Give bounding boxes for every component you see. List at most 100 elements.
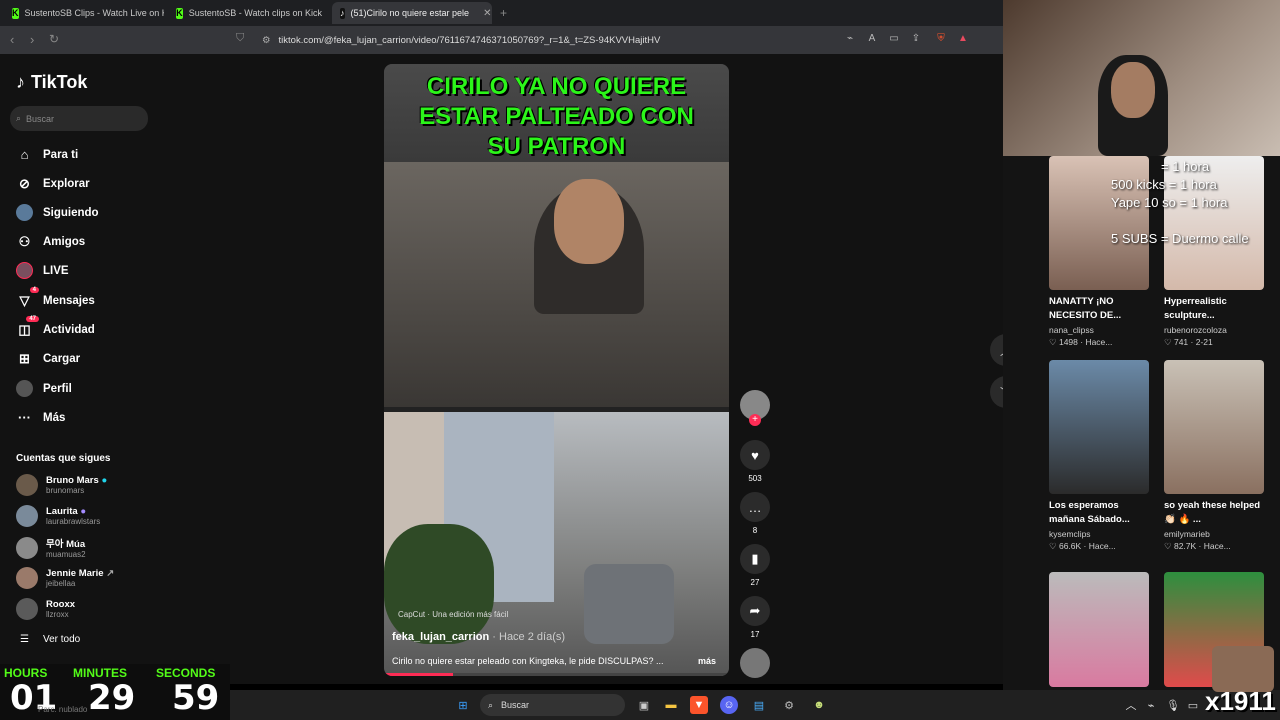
windows-start-icon[interactable]: ⊞: [454, 696, 472, 714]
tiktok-logo[interactable]: ♪ TikTok: [16, 72, 87, 93]
site-settings-icon[interactable]: ⚙: [262, 35, 271, 46]
video-author[interactable]: feka_lujan_carrion: [392, 631, 489, 643]
account-item[interactable]: 무아 Múa muamuas2: [16, 536, 86, 559]
clip-user: nana_clipss: [1049, 325, 1094, 335]
app-icon[interactable]: ⚙: [780, 696, 798, 714]
clip-thumbnail: [1049, 360, 1149, 494]
nav-cargar[interactable]: ⊞ Cargar: [16, 350, 80, 367]
upload-icon: ⊞: [19, 350, 30, 366]
account-item[interactable]: Jennie Marie ↗ jeibellaa: [16, 567, 114, 589]
like-button[interactable]: ♥ 503: [737, 440, 773, 483]
tray-chevron-icon[interactable]: ︿: [1122, 696, 1140, 714]
nav-label: Actividad: [43, 323, 95, 336]
tiktok-page: ♪ TikTok ⌕ Buscar ⌂ Para ti ⊘ Explorar Sig…: [0, 54, 1022, 684]
account-item[interactable]: Bruno Mars ● brunomars: [16, 474, 107, 496]
messages-icon: ▽ 4: [16, 287, 39, 309]
video-title-overlay: CIRILO YA NO QUIERE ESTAR PALTEADO CON S…: [384, 64, 729, 162]
video-progress-bar[interactable]: [384, 673, 729, 676]
nav-mas[interactable]: ··· Más: [16, 409, 65, 426]
profile-icon: [16, 380, 33, 397]
comment-button[interactable]: … 8: [737, 492, 773, 535]
tab-kick-watch[interactable]: K SustentoSB - Watch clips on Kick: [168, 2, 330, 24]
comment-icon: …: [740, 492, 770, 522]
author-avatar[interactable]: +: [737, 390, 773, 426]
nav-actividad[interactable]: ◫ 47 Actividad: [16, 316, 95, 338]
nav-explorar[interactable]: ⊘ Explorar: [16, 175, 90, 192]
clip-title: NANATTY ¡NO NECESITO DE...: [1049, 296, 1122, 321]
clip-stats: ♡ 82.7K · Hace...: [1164, 541, 1231, 551]
streamer-head: [1111, 62, 1155, 118]
url-text: tiktok.com/@feka_lujan_carrion/video/761…: [278, 34, 661, 46]
microphone-icon[interactable]: 🎙: [1164, 696, 1182, 714]
follow-plus-icon[interactable]: +: [749, 414, 761, 426]
goal-line: 5 SUBS = Duermo calle: [1111, 231, 1249, 246]
sound-avatar[interactable]: [737, 648, 773, 678]
search-input[interactable]: ⌕ Buscar: [10, 106, 148, 131]
share-icon: ➦: [740, 596, 770, 626]
forward-icon[interactable]: ›: [30, 32, 34, 47]
capcut-tag[interactable]: CapCut · Una edición más fácil: [398, 610, 508, 619]
clip-card[interactable]: so yeah these helped 👏🏻 🔥 ... emilymarie…: [1164, 360, 1264, 552]
kick-icon: K: [176, 7, 183, 19]
file-explorer-icon[interactable]: ▬: [662, 696, 680, 714]
video-time: · Hace 2 día(s): [489, 631, 566, 643]
discord-icon[interactable]: ☺: [720, 696, 738, 714]
tree: [384, 524, 494, 644]
verified-icon: ●: [101, 475, 108, 486]
reader-icon[interactable]: ⌁: [843, 33, 857, 47]
nav-label: Para ti: [43, 148, 79, 161]
nav-mensajes[interactable]: ▽ 4 Mensajes: [16, 287, 95, 309]
tray-icon[interactable]: ⌁: [1142, 696, 1160, 714]
translate-icon[interactable]: A: [865, 33, 879, 47]
account-item[interactable]: Rooxx llzroxx: [16, 598, 75, 620]
nav-siguiendo[interactable]: Siguiendo: [16, 204, 99, 221]
account-name: Jennie Marie: [46, 568, 104, 579]
following-icon: [16, 204, 33, 221]
clip-stats: ♡ 741 · 2-21: [1164, 337, 1213, 347]
clip-card[interactable]: [1049, 572, 1149, 687]
brave-browser-icon[interactable]: ▼: [690, 696, 708, 714]
bookmark-icon[interactable]: ⛉: [236, 32, 244, 45]
clip-title: so yeah these helped 👏🏻 🔥 ...: [1164, 500, 1261, 525]
task-view-icon[interactable]: ▣: [635, 696, 653, 714]
tab-tiktok[interactable]: ♪ (51)Cirilo no quiere estar pele ✕: [332, 2, 492, 24]
save-button[interactable]: ▮ 27: [737, 544, 773, 587]
clip-title: Los esperamos mañana Sábado...: [1049, 500, 1130, 525]
account-item[interactable]: Laurita ● laurabrawlstars: [16, 505, 100, 527]
avatar: [16, 567, 38, 589]
friends-icon: ⚇: [18, 233, 31, 249]
live-icon: [16, 262, 33, 279]
share-button[interactable]: ➦ 17: [737, 596, 773, 639]
see-all-link[interactable]: ☰ Ver todo: [20, 634, 80, 645]
car: [584, 564, 674, 644]
display-icon[interactable]: ▭: [1184, 696, 1202, 714]
tab-kick-clips[interactable]: K SustentoSB Clips - Watch Live on Kick: [4, 2, 164, 24]
share-icon[interactable]: ⇪: [909, 33, 923, 47]
back-icon[interactable]: ‹: [10, 32, 14, 47]
kick-icon: K: [12, 7, 19, 19]
nav-para-ti[interactable]: ⌂ Para ti: [16, 146, 79, 163]
nav-label: Más: [43, 411, 66, 424]
app-icon[interactable]: ☻: [810, 696, 828, 714]
video-caption: Cirilo no quiere estar peleado con Kingt…: [392, 656, 664, 666]
notification-badge: 47: [26, 316, 39, 322]
screen-icon[interactable]: ▭: [887, 33, 901, 47]
reload-icon[interactable]: ↻: [49, 32, 59, 46]
see-all-label: Ver todo: [42, 634, 81, 645]
brave-shield-icon[interactable]: ⛨: [934, 33, 948, 47]
logo-text: TikTok: [31, 72, 88, 92]
nav-perfil[interactable]: Perfil: [16, 380, 72, 397]
video-player[interactable]: CIRILO YA NO QUIERE ESTAR PALTEADO CON S…: [384, 64, 729, 676]
new-tab-button[interactable]: +: [500, 6, 507, 20]
nav-live[interactable]: LIVE: [16, 262, 69, 279]
tab-label: (51)Cirilo no quiere estar pele: [350, 8, 470, 18]
taskbar-search[interactable]: ⌕ Buscar: [480, 694, 625, 716]
video-face: [554, 179, 624, 264]
notepad-icon[interactable]: ▤: [750, 696, 768, 714]
close-icon[interactable]: ✕: [483, 8, 491, 19]
nav-amigos[interactable]: ⚇ Amigos: [16, 233, 86, 250]
clip-card[interactable]: Los esperamos mañana Sábado... kysemclip…: [1049, 360, 1149, 552]
title-line: SU PATRON: [487, 133, 626, 160]
brave-rewards-icon[interactable]: ▲: [956, 33, 970, 47]
more-button[interactable]: más: [698, 656, 716, 666]
